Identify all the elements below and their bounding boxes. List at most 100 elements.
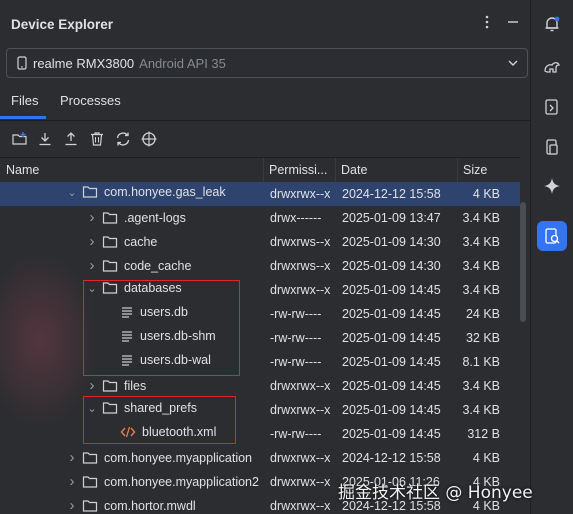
upload-icon[interactable] (62, 130, 80, 148)
logcat-icon[interactable] (537, 92, 567, 122)
more-options-icon[interactable] (480, 14, 494, 33)
size-cell: 3.4 KB (462, 235, 500, 249)
name-cell: ⌄ com.honyee.gas_leak (66, 185, 225, 199)
permissions-cell: -rw-rw---- (270, 427, 322, 441)
permissions-cell: drwxrwx--x (270, 403, 331, 417)
permissions-cell: drwxrwx--x (270, 499, 331, 513)
scrollbar-thumb[interactable] (520, 202, 526, 322)
table-row[interactable]: ⌄ shared_prefs drwxrwx--x 2025-01-09 14:45 3… (0, 398, 520, 422)
gemini-icon[interactable] (537, 171, 567, 201)
delete-icon[interactable] (88, 130, 106, 148)
right-tool-strip (530, 0, 573, 514)
phone-icon (17, 56, 27, 70)
date-cell: 2024-12-12 15:58 (342, 451, 441, 465)
chevron-right-icon[interactable]: › (86, 257, 98, 274)
device-manager-icon[interactable] (537, 132, 567, 162)
table-row[interactable]: bluetooth.xml -rw-rw---- 2025-01-09 14:45 3… (0, 422, 520, 446)
table-row[interactable]: users.db-wal -rw-rw---- 2025-01-09 14:45 8.… (0, 350, 520, 374)
device-explorer-icon[interactable] (537, 221, 567, 251)
size-cell: 24 KB (465, 307, 500, 321)
tab-files[interactable]: Files (11, 93, 38, 108)
date-cell: 2025-01-09 14:45 (342, 355, 441, 369)
folder-icon (102, 259, 118, 273)
table-row[interactable]: › files drwxrwx--x 2025-01-09 14:45 3.4 KB (0, 374, 520, 398)
chevron-down-icon (507, 57, 519, 72)
table-row[interactable]: › code_cache drwxrws--x 2025-01-09 14:30 3.4… (0, 254, 520, 278)
name-cell: › code_cache (86, 257, 192, 274)
gradle-icon[interactable] (537, 52, 567, 82)
permissions-cell: drwxrwx--x (270, 379, 331, 393)
tab-processes[interactable]: Processes (60, 93, 121, 108)
table-row[interactable]: ⌄ com.honyee.gas_leak drwxrwx--x 2024-12-12… (0, 182, 520, 206)
size-cell: 4 KB (472, 451, 500, 465)
permissions-cell: drwxrws--x (270, 235, 331, 249)
toolbar (0, 122, 530, 156)
file-name: cache (124, 234, 158, 249)
permissions-cell: drwxrwx--x (270, 283, 331, 297)
chevron-right-icon[interactable]: › (86, 377, 98, 394)
file-name: com.honyee.myapplication2 (104, 474, 259, 489)
chevron-right-icon[interactable]: › (86, 209, 98, 226)
column-header-size[interactable]: Size (463, 163, 487, 177)
download-icon[interactable] (36, 130, 54, 148)
permissions-cell: -rw-rw---- (270, 307, 322, 321)
permissions-cell: drwxrwx--x (270, 475, 331, 489)
chevron-down-icon[interactable]: ⌄ (66, 186, 78, 199)
chevron-right-icon[interactable]: › (66, 449, 78, 466)
chevron-right-icon[interactable]: › (66, 497, 78, 514)
name-cell: › com.honyee.myapplication2 (66, 473, 259, 490)
size-cell: 4 KB (472, 187, 500, 201)
notifications-icon[interactable] (537, 9, 567, 39)
column-header-permissions[interactable]: Permissi... (269, 163, 327, 177)
size-cell: 3.4 KB (462, 403, 500, 417)
date-cell: 2024-12-12 15:58 (342, 187, 441, 201)
permissions-cell: -rw-rw---- (270, 355, 322, 369)
name-cell: › com.hortor.mwdl (66, 497, 196, 514)
device-api: Android API 35 (139, 55, 226, 71)
folder-icon (102, 379, 118, 393)
chevron-right-icon[interactable]: › (66, 473, 78, 490)
file-name: files (124, 378, 147, 393)
table-row[interactable]: › .agent-logs drwx------ 2025-01-09 13:47 3.… (0, 206, 520, 230)
table-row[interactable]: users.db -rw-rw---- 2025-01-09 14:45 24 KB (0, 302, 520, 326)
highlight-databases-box (83, 280, 240, 376)
size-cell: 312 B (467, 427, 500, 441)
scrollbar[interactable] (520, 182, 526, 514)
file-name: .agent-logs (124, 210, 186, 225)
permissions-cell: drwxrwx--x (270, 187, 331, 201)
size-cell: 32 KB (465, 331, 500, 345)
date-cell: 2025-01-09 13:47 (342, 211, 441, 225)
chevron-right-icon[interactable]: › (86, 233, 98, 250)
name-cell: › cache (86, 233, 158, 250)
file-tree: ⌄ com.honyee.gas_leak drwxrwx--x 2024-12-12… (0, 182, 520, 514)
folder-icon (82, 475, 98, 489)
date-cell: 2025-01-09 14:45 (342, 307, 441, 321)
new-folder-icon[interactable] (11, 130, 29, 148)
file-name: com.hortor.mwdl (104, 498, 196, 513)
table-row[interactable]: users.db-shm -rw-rw---- 2025-01-09 14:45 32… (0, 326, 520, 350)
date-cell: 2025-01-09 14:30 (342, 235, 441, 249)
active-tab-indicator (0, 116, 46, 119)
date-cell: 2025-01-09 14:45 (342, 331, 441, 345)
folder-icon (102, 211, 118, 225)
folder-icon (82, 185, 98, 199)
folder-icon (102, 235, 118, 249)
size-cell: 3.4 KB (462, 211, 500, 225)
column-header-date[interactable]: Date (341, 163, 367, 177)
column-header-name[interactable]: Name (6, 163, 39, 177)
device-selector[interactable]: realme RMX3800 Android API 35 (6, 48, 528, 78)
size-cell: 8.1 KB (462, 355, 500, 369)
table-row[interactable]: › com.honyee.myapplication drwxrwx--x 2024-… (0, 446, 520, 470)
table-row[interactable]: › cache drwxrws--x 2025-01-09 14:30 3.4 KB (0, 230, 520, 254)
watermark: 掘金技术社区 @ Honyee (338, 483, 533, 503)
sync-icon[interactable] (114, 130, 132, 148)
permissions-cell: -rw-rw---- (270, 331, 322, 345)
permissions-cell: drwx------ (270, 211, 322, 225)
locate-icon[interactable] (140, 130, 158, 148)
table-header: Name Permissi... Date Size (0, 157, 520, 183)
minimize-icon[interactable] (506, 14, 520, 33)
name-cell: › files (86, 377, 147, 394)
date-cell: 2025-01-09 14:30 (342, 259, 441, 273)
permissions-cell: drwxrws--x (270, 259, 331, 273)
table-row[interactable]: ⌄ databases drwxrwx--x 2025-01-09 14:45 3.4 … (0, 278, 520, 302)
